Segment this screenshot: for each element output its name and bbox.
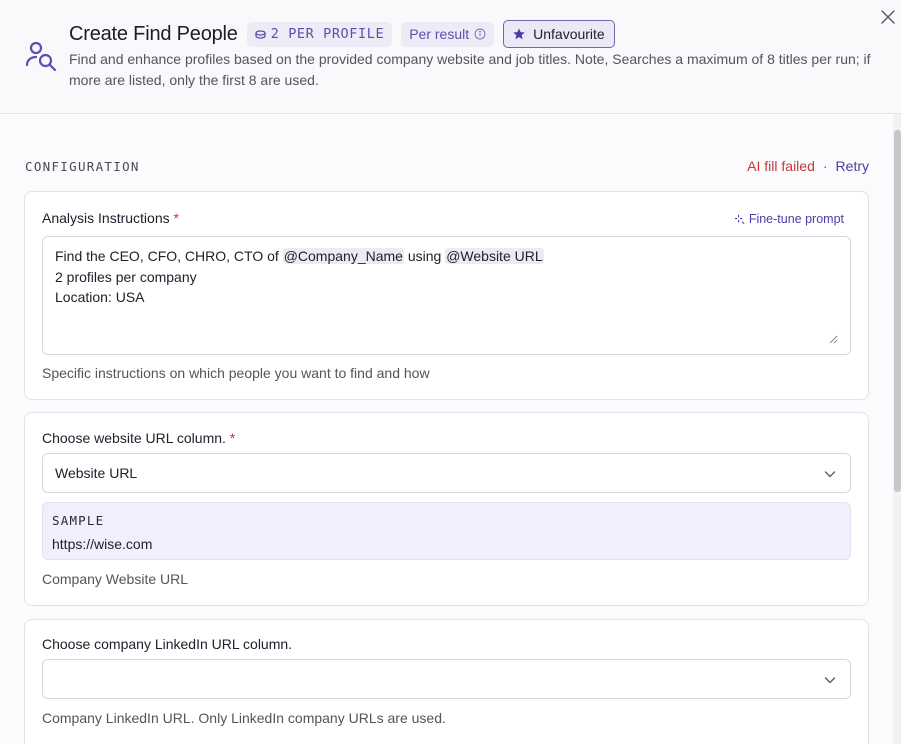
unit-badge-label: Per result bbox=[409, 26, 470, 42]
instruction-line-3: Location: USA bbox=[55, 289, 145, 305]
website-url-select[interactable]: Website URL bbox=[42, 453, 851, 493]
coin-icon bbox=[255, 29, 266, 39]
sample-label: SAMPLE bbox=[52, 513, 105, 528]
linkedin-url-card: Choose company LinkedIn URL column. Comp… bbox=[24, 619, 869, 744]
analysis-instructions-textarea[interactable]: Find the CEO, CFO, CHRO, CTO of @Company… bbox=[42, 236, 851, 355]
linkedin-url-label: Choose company LinkedIn URL column. bbox=[42, 636, 293, 652]
required-mark: * bbox=[229, 430, 236, 446]
chevron-down-icon bbox=[824, 471, 836, 478]
fine-tune-prompt-button[interactable]: Fine-tune prompt bbox=[734, 212, 844, 226]
info-icon bbox=[474, 28, 486, 40]
website-url-sample: SAMPLE https://wise.com bbox=[42, 502, 851, 560]
analysis-instructions-label: Analysis Instructions * bbox=[42, 210, 179, 226]
required-mark: * bbox=[173, 210, 179, 226]
unfavourite-button[interactable]: Unfavourite bbox=[503, 20, 615, 48]
resize-handle-icon[interactable] bbox=[829, 335, 838, 344]
ai-fill-status: AI fill failed · Retry bbox=[747, 158, 869, 174]
cost-badge-label: 2 PER PROFILE bbox=[270, 26, 385, 42]
sample-value: https://wise.com bbox=[52, 536, 153, 552]
title-row: Create Find People 2 PER PROFILE Per res… bbox=[69, 20, 615, 48]
website-url-label: Choose website URL column. * bbox=[42, 430, 236, 446]
sparkle-icon bbox=[734, 214, 745, 224]
ai-fill-failed-text: AI fill failed bbox=[747, 158, 815, 174]
modal-title: Create Find People bbox=[69, 22, 238, 45]
linkedin-url-select[interactable] bbox=[42, 659, 851, 699]
modal-description: Find and enhance profiles based on the p… bbox=[69, 51, 871, 88]
analysis-instructions-card: Analysis Instructions * Fine-tune prompt… bbox=[24, 191, 869, 400]
scrollbar-thumb[interactable] bbox=[894, 130, 901, 492]
unit-badge[interactable]: Per result bbox=[401, 21, 495, 47]
linkedin-url-hint: Company LinkedIn URL. Only LinkedIn comp… bbox=[42, 710, 446, 726]
section-title: CONFIGURATION bbox=[25, 159, 140, 174]
instruction-line-2: 2 profiles per company bbox=[55, 268, 197, 285]
fine-tune-prompt-label: Fine-tune prompt bbox=[748, 212, 844, 226]
retry-link[interactable]: Retry bbox=[836, 158, 869, 174]
cost-badge: 2 PER PROFILE bbox=[246, 21, 393, 47]
chevron-down-icon bbox=[824, 677, 836, 684]
website-url-selected-value: Website URL bbox=[55, 465, 138, 481]
website-url-hint: Company Website URL bbox=[42, 571, 189, 587]
website-url-card: Choose website URL column. * Website URL… bbox=[24, 412, 869, 606]
close-icon[interactable] bbox=[880, 9, 896, 25]
instruction-line-1: Find the CEO, CFO, CHRO, CTO of @Company… bbox=[55, 248, 544, 264]
star-icon bbox=[513, 28, 525, 40]
find-people-icon bbox=[25, 41, 57, 72]
mention-company-name[interactable]: @Company_Name bbox=[282, 248, 404, 264]
analysis-instructions-hint: Specific instructions on which people yo… bbox=[42, 365, 430, 381]
status-separator: · bbox=[822, 158, 828, 174]
configuration-header: CONFIGURATION AI fill failed · Retry bbox=[25, 158, 869, 176]
modal-header: Create Find People 2 PER PROFILE Per res… bbox=[0, 0, 901, 114]
unfavourite-label: Unfavourite bbox=[533, 26, 605, 42]
mention-website-url[interactable]: @Website URL bbox=[445, 248, 544, 264]
